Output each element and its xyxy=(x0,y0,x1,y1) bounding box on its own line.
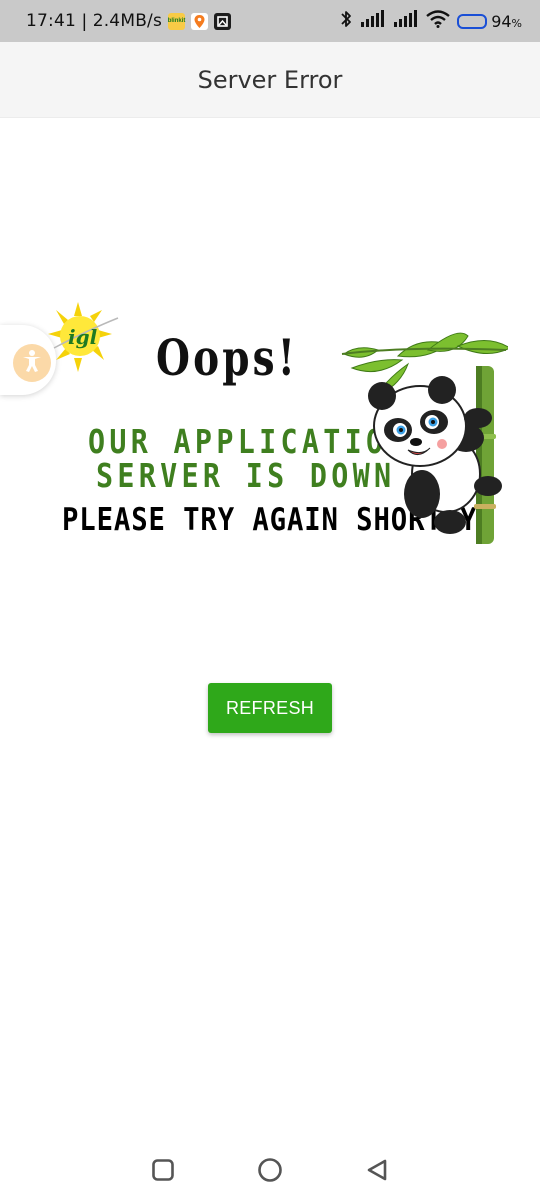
swiggy-icon xyxy=(191,12,209,30)
refresh-button[interactable]: REFRESH xyxy=(208,683,332,733)
status-time: 17:41 xyxy=(26,11,76,31)
wifi-icon xyxy=(426,9,450,33)
signal-icon xyxy=(393,9,419,33)
status-left: 17:41 | 2.4MB/s blinkit xyxy=(26,10,232,32)
igl-logo: igl xyxy=(48,302,119,372)
page-title: Server Error xyxy=(197,65,343,94)
server-down-banner: igl Oops! OUR APPLICATION SERVER IS DOWN… xyxy=(48,300,510,550)
blinkit-logo-text: blinkit xyxy=(167,18,186,24)
panda-illustration xyxy=(341,332,508,544)
logo-text: igl xyxy=(68,325,98,349)
network-speed: 2.4MB/s xyxy=(92,11,163,31)
bluetooth-icon xyxy=(339,9,353,34)
status-separator: | xyxy=(82,10,87,31)
blinkit-icon: blinkit xyxy=(167,12,186,30)
status-bar: 17:41 | 2.4MB/s blinkit 94% xyxy=(0,0,540,42)
oops-heading: Oops! xyxy=(156,328,298,387)
back-triangle-icon[interactable] xyxy=(357,1150,397,1190)
home-circle-icon[interactable] xyxy=(250,1150,290,1190)
accessibility-icon xyxy=(19,348,45,379)
system-nav-bar xyxy=(0,1140,540,1200)
accessibility-button[interactable] xyxy=(13,344,51,382)
battery-indicator: 94% xyxy=(457,12,522,31)
battery-percent: 94 xyxy=(491,11,512,31)
app-bar: Server Error xyxy=(0,42,540,118)
dark-app-icon xyxy=(214,12,232,30)
battery-unit: % xyxy=(511,16,522,30)
status-right: 94% xyxy=(339,9,522,34)
signal-icon xyxy=(360,9,386,33)
recents-square-icon[interactable] xyxy=(143,1150,183,1190)
battery-icon xyxy=(457,13,488,29)
